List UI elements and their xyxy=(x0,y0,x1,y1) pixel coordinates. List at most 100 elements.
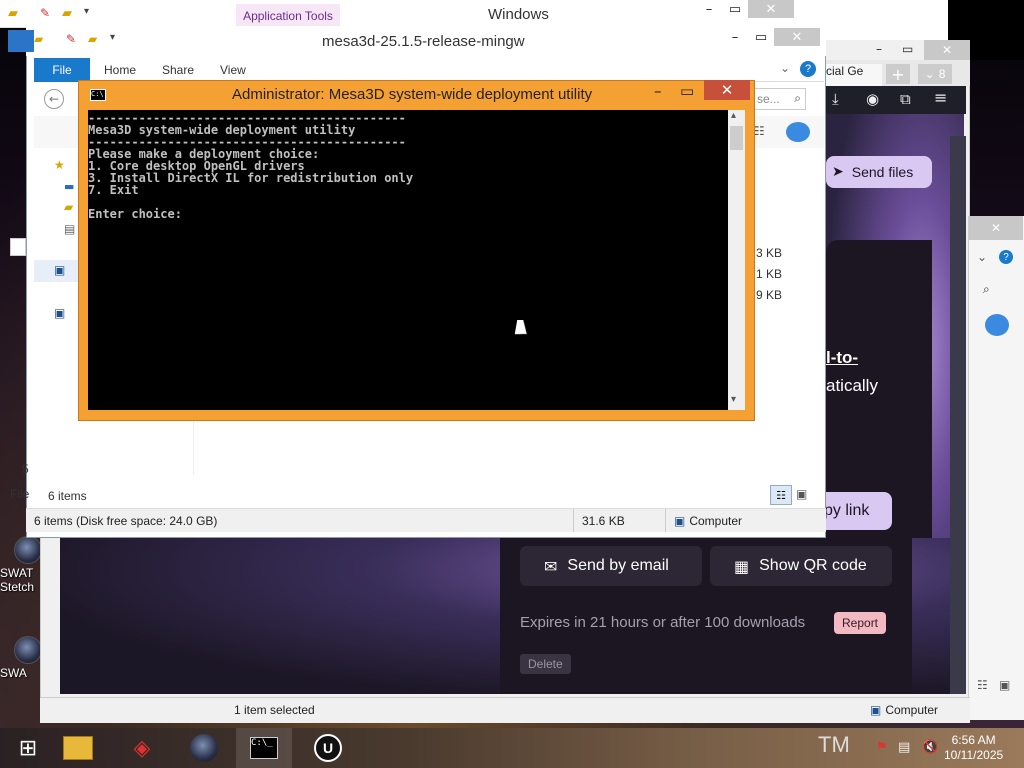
customize-toolbar-icon[interactable]: ▾ xyxy=(110,32,115,43)
desktop-icon-swa[interactable]: SWA xyxy=(0,636,44,706)
wallpaper-tm-mark: TM xyxy=(818,732,850,757)
browser-tab[interactable]: cial Ge xyxy=(824,64,882,86)
desktop-icon-label: SWAT xyxy=(0,566,34,580)
send-files-button[interactable]: ➤ Send files xyxy=(826,156,932,188)
maximize-button[interactable]: ▭ xyxy=(680,82,694,100)
item-count: 6 items xyxy=(48,489,87,503)
close-button[interactable]: ✕ xyxy=(774,28,820,46)
folder-icon: ▰ xyxy=(8,6,18,21)
send-by-email-button[interactable]: ✉ Send by email xyxy=(520,546,702,586)
app-taskbar-button[interactable]: ◈ xyxy=(114,728,170,768)
large-icons-view-icon[interactable]: ▣ xyxy=(999,678,1010,692)
shell-icon xyxy=(985,314,1009,336)
extensions-icon[interactable]: ⧉ xyxy=(900,90,911,108)
swat-app-icon xyxy=(14,636,42,664)
tab-view[interactable]: View xyxy=(220,63,246,77)
scroll-up-arrow-icon[interactable]: ▴ xyxy=(731,110,736,121)
status-location-label: Computer xyxy=(885,703,939,717)
show-qr-code-label: Show QR code xyxy=(759,557,867,574)
folder-icon[interactable]: ▰ xyxy=(64,200,73,214)
cmd-taskbar-button[interactable]: C:\_ xyxy=(236,728,292,768)
new-tab-icon[interactable]: + xyxy=(886,64,910,84)
recent-places-icon[interactable]: ▤ xyxy=(64,222,75,236)
partial-text: 5 xyxy=(22,462,29,476)
properties-icon[interactable]: ✎ xyxy=(66,32,76,46)
status-location-label: Computer xyxy=(689,513,743,528)
close-button[interactable]: ✕ xyxy=(924,40,970,60)
unreal-engine-icon: U xyxy=(314,734,342,762)
back-window-ribbon-fragment xyxy=(8,30,34,52)
download-icon[interactable]: ⤓ xyxy=(832,90,839,108)
minimize-button[interactable]: – xyxy=(654,82,662,100)
browser-tab-strip: cial Ge + ⌄ 8 xyxy=(824,60,970,86)
start-windows-icon[interactable]: ⊞ xyxy=(0,728,56,768)
view-options-icon[interactable]: ☷ xyxy=(754,124,765,138)
show-qr-code-button[interactable]: ▦ Show QR code xyxy=(710,546,892,586)
unreal-taskbar-button[interactable]: U xyxy=(300,728,356,768)
tab-count-button[interactable]: ⌄ 8 xyxy=(918,64,952,84)
report-button[interactable]: Report xyxy=(834,612,887,634)
search-box[interactable]: se... ⌕ xyxy=(752,88,806,110)
console-scrollbar[interactable]: ▴ ▾ xyxy=(728,110,745,410)
desktop-icon-swat-stetch[interactable]: SWAT Stetch xyxy=(0,536,44,606)
network-icon[interactable]: ▤ xyxy=(898,740,910,755)
help-icon[interactable]: ? xyxy=(800,61,816,77)
close-button[interactable]: ✕ xyxy=(969,216,1023,240)
scroll-down-arrow-icon[interactable]: ▾ xyxy=(731,394,736,405)
action-center-flag-icon[interactable]: ⚑ xyxy=(876,740,888,755)
console-icon: C:\_ xyxy=(250,737,278,759)
menu-icon[interactable]: ≡ xyxy=(934,88,947,107)
chevron-down-icon[interactable]: ⌄ xyxy=(780,61,790,75)
large-icons-view-icon[interactable]: ▣ xyxy=(796,487,807,501)
copy-link-label: py link xyxy=(824,502,870,519)
copy-link-button[interactable]: py link xyxy=(820,492,892,530)
minimize-button[interactable]: – xyxy=(722,28,748,46)
new-folder-icon[interactable]: ▰ xyxy=(62,6,72,21)
status-location: ▣ Computer xyxy=(666,509,806,532)
help-icon[interactable]: ? xyxy=(999,250,1013,264)
tab-share[interactable]: Share xyxy=(162,63,194,77)
properties-icon[interactable]: ✎ xyxy=(40,6,50,20)
details-view-icon[interactable]: ☷ xyxy=(770,485,792,505)
back-button[interactable]: ← xyxy=(44,89,64,109)
minimize-button[interactable]: – xyxy=(876,42,882,56)
volume-muted-icon[interactable]: 🔇 xyxy=(922,740,938,755)
favorites-star-icon[interactable]: ★ xyxy=(54,158,65,172)
clock-date: 10/11/2025 xyxy=(944,748,1004,762)
file-explorer-taskbar-button[interactable] xyxy=(50,728,106,768)
computer-icon: ▣ xyxy=(870,703,882,717)
tab-file[interactable]: File xyxy=(34,58,90,82)
minimize-button[interactable]: – xyxy=(696,0,722,18)
explorer-status-bar: 6 items (Disk free space: 24.0 GB) 31.6 … xyxy=(26,508,826,532)
network-icon[interactable]: ▣ xyxy=(54,306,65,320)
new-folder-icon[interactable]: ▰ xyxy=(88,32,97,46)
windows-folder-titlebar: ▰ ✎ ▰ ▾ Application Tools Windows – ▭ ✕ xyxy=(0,0,798,28)
maximize-button[interactable]: ▭ xyxy=(722,0,748,18)
details-view-icon[interactable]: ☷ xyxy=(977,678,988,692)
browser-scrollbar[interactable] xyxy=(950,136,966,694)
console-output: ----------------------------------------… xyxy=(88,112,728,220)
chevron-down-icon[interactable]: ⌄ xyxy=(977,250,987,264)
swat-taskbar-button[interactable] xyxy=(176,728,232,768)
close-button[interactable]: ✕ xyxy=(748,0,794,18)
browser-titlebar: – ▭ ✕ xyxy=(824,40,970,62)
close-button[interactable]: ✕ xyxy=(704,80,750,100)
application-tools-tab[interactable]: Application Tools xyxy=(236,4,340,28)
partial-file-label: File xyxy=(10,487,30,501)
maximize-button[interactable]: ▭ xyxy=(902,42,913,56)
customize-toolbar-icon[interactable]: ▾ xyxy=(84,6,89,17)
link-description: atically xyxy=(826,376,878,395)
scroll-thumb[interactable] xyxy=(730,126,743,150)
mouse-cursor xyxy=(514,320,530,334)
system-clock[interactable]: 6:56 AM 10/11/2025 xyxy=(944,733,1003,763)
window-title: mesa3d-25.1.5-release-mingw xyxy=(322,33,525,50)
console-line: 7. Exit xyxy=(88,183,139,197)
swat-app-icon xyxy=(190,734,218,762)
desktop-folder-icon[interactable]: ▬ xyxy=(64,180,74,193)
link-text: l-to- xyxy=(826,348,859,367)
search-icon[interactable]: ⌕ xyxy=(983,282,990,297)
tab-home[interactable]: Home xyxy=(104,63,136,77)
delete-button[interactable]: Delete xyxy=(520,654,571,674)
maximize-button[interactable]: ▭ xyxy=(748,28,774,46)
profile-icon[interactable]: ◉ xyxy=(866,90,879,108)
